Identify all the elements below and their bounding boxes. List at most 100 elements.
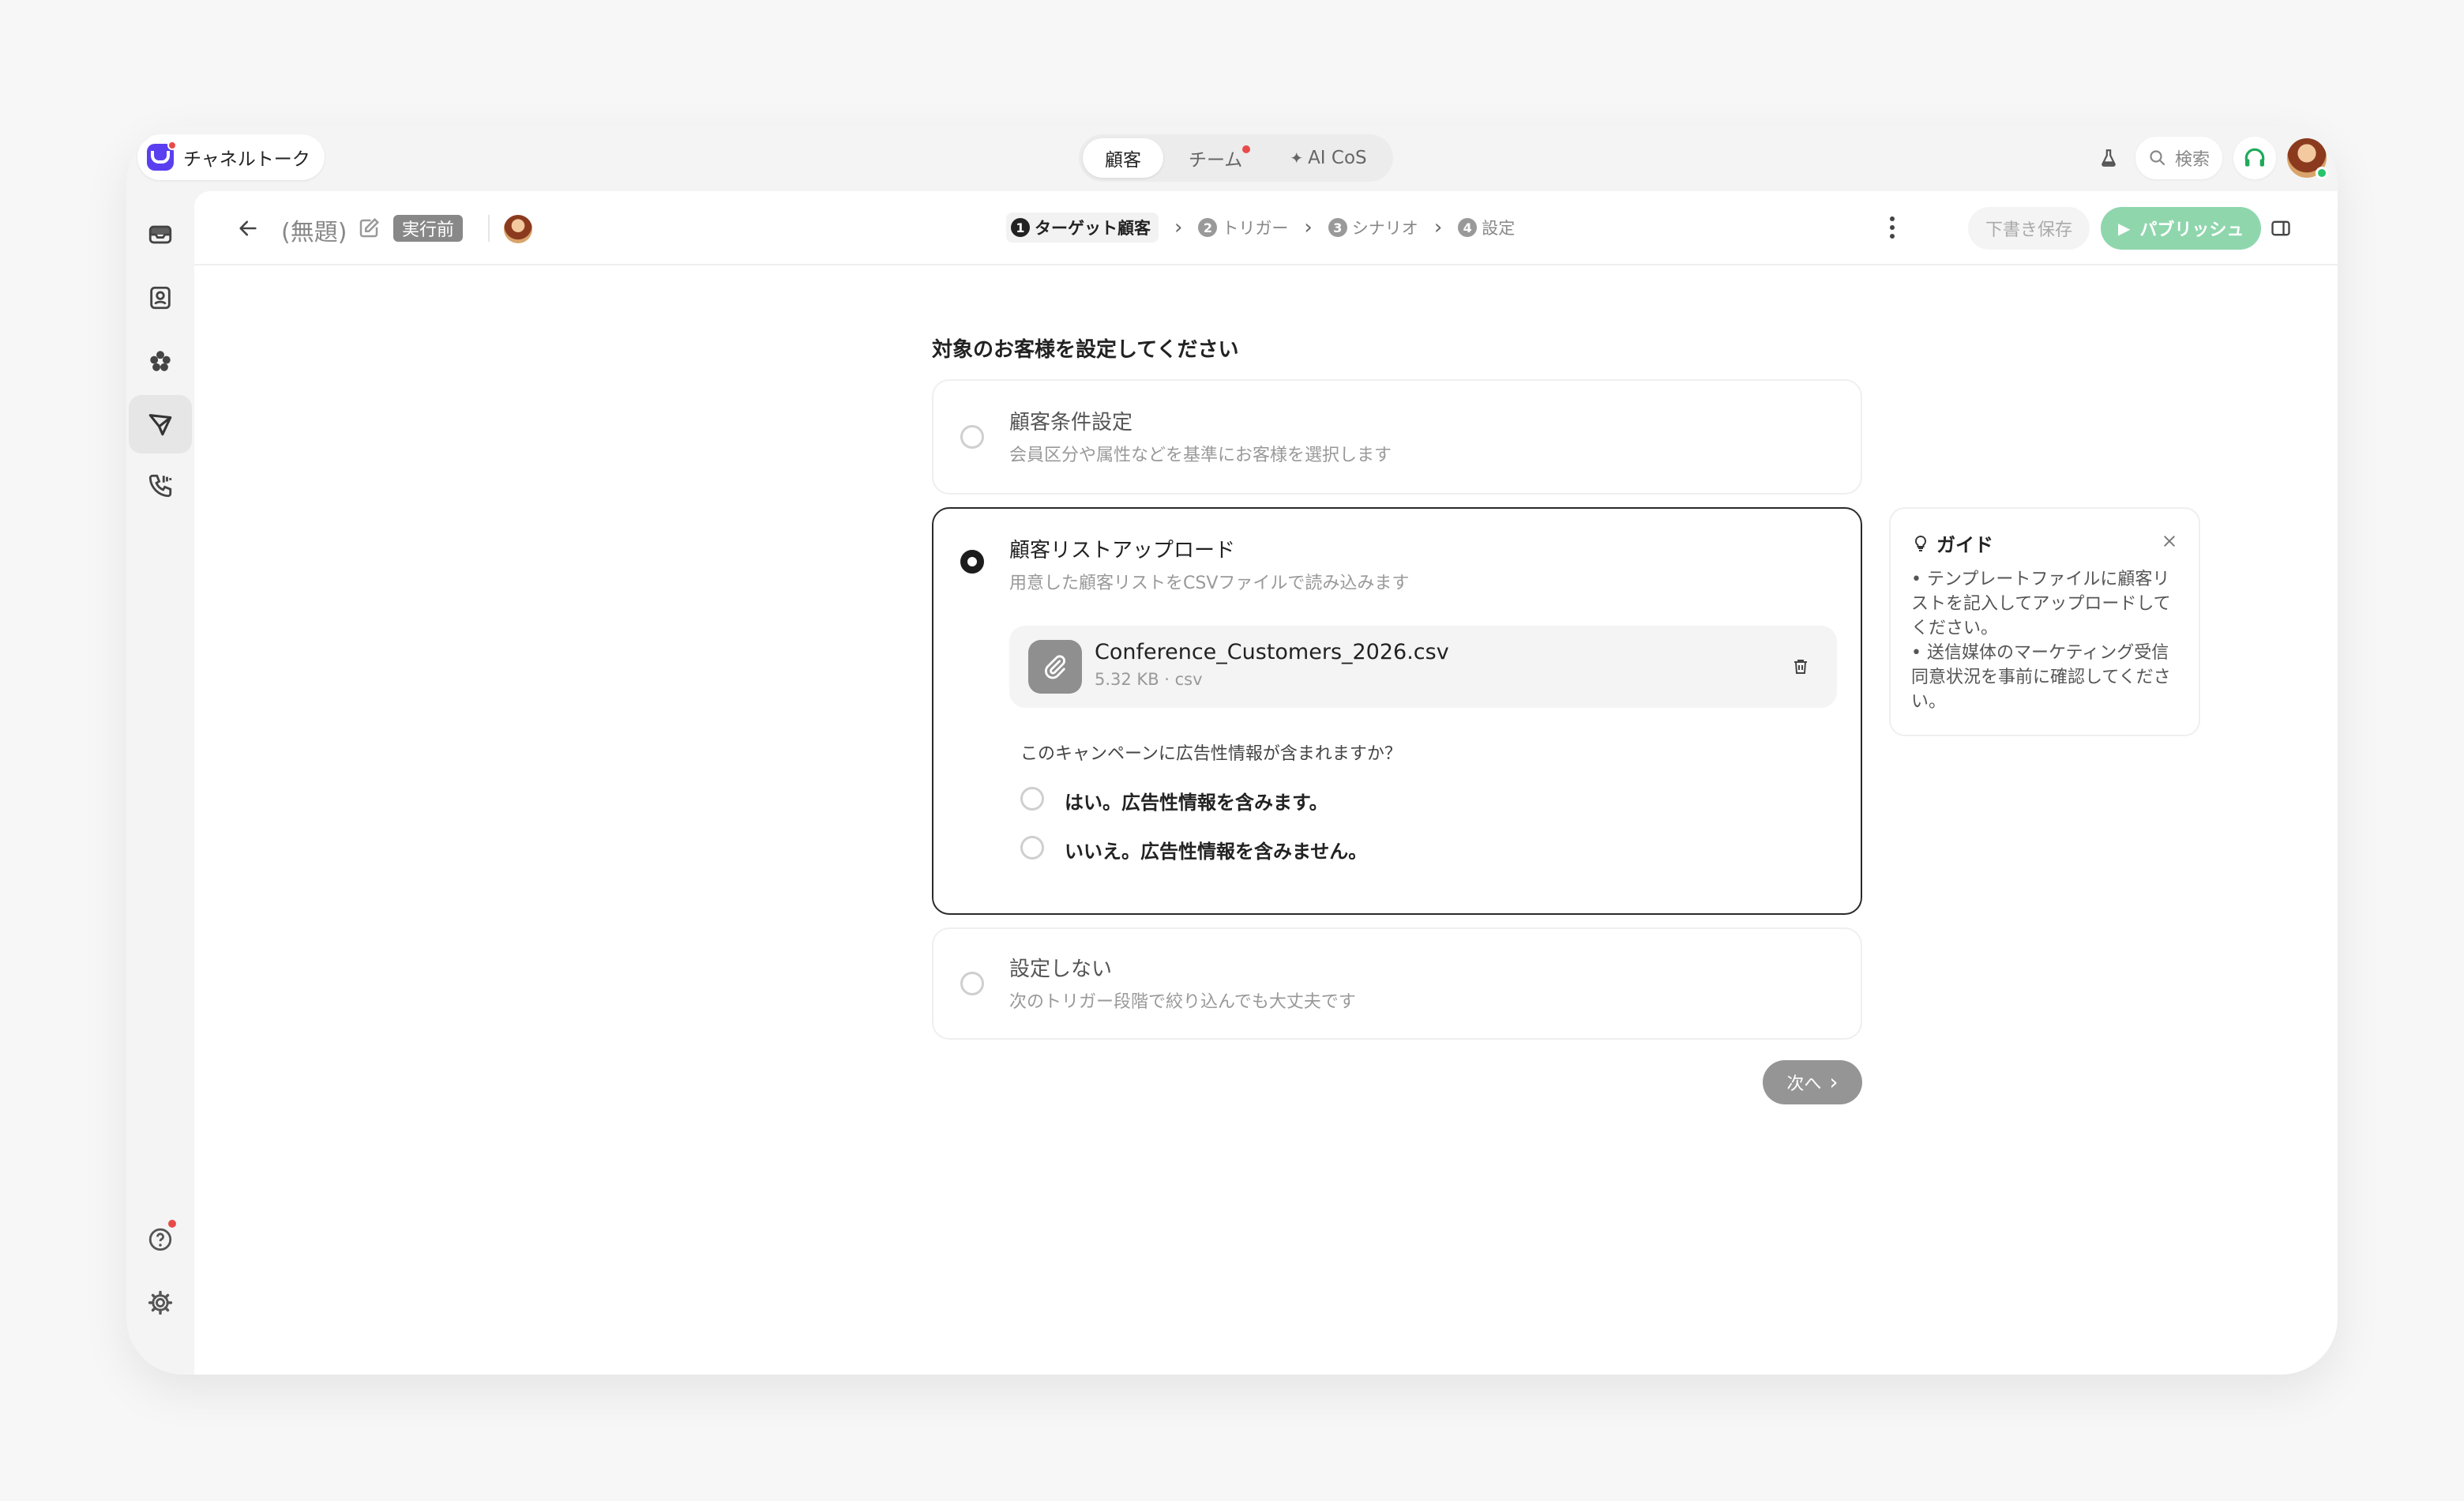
headset-icon [2244,148,2265,167]
tab-team-label: チーム [1189,150,1243,171]
uploaded-file: Conference_Customers_2026.csv 5.32 KB · … [1009,626,1837,708]
kebab-dot [1890,225,1895,230]
owner-avatar[interactable] [504,215,532,243]
search-label: 検索 [2174,150,2210,170]
search-icon [2150,150,2165,166]
more-options-button[interactable] [1875,210,1910,245]
edit-icon[interactable] [357,216,381,240]
step-target[interactable]: 1 ターゲット顧客 [1006,213,1159,243]
option-title: 顧客条件設定 [1009,411,1133,434]
rail-settings[interactable] [129,1273,192,1332]
inbox-icon [148,225,172,244]
side-rail [126,191,194,1375]
publish-button[interactable]: ▶ パブリッシュ [2101,207,2262,250]
gear-icon [148,1290,173,1315]
chevron-right-icon: › [1174,216,1183,239]
delete-file-button[interactable] [1786,653,1815,681]
option-customer-list-upload[interactable]: 顧客リストアップロード 用意した顧客リストをCSVファイルで読み込みます Con… [932,507,1862,915]
section-title: 対象のお客様を設定してください [932,338,1239,362]
labs-button[interactable] [2093,137,2124,179]
radio-yes[interactable] [1020,787,1044,811]
rail-campaigns[interactable] [129,395,192,453]
radio-no[interactable] [1020,836,1044,860]
answer-no-label[interactable]: いいえ。広告性情報を含みません。 [1065,836,1367,863]
guide-tips: テンプレートファイルに顧客リストを記入してアップロードしてください。 送信媒体の… [1911,567,2181,714]
close-guide-button[interactable] [2158,529,2181,553]
rail-phone[interactable] [129,457,192,515]
option-title: 設定しない [1009,957,1113,981]
radio-button[interactable] [960,550,984,574]
step-trigger[interactable]: 2 トリガー [1198,216,1288,239]
app-window: チャネルトーク 顧客 チーム ✦ AI CoS 検索 (無題) 実行前 1 ター… [126,126,2338,1375]
sparkle-icon: ✦ [1290,149,1304,167]
play-icon: ▶ [2118,219,2131,238]
back-button[interactable] [229,209,267,247]
publish-label: パブリッシュ [2139,220,2244,240]
chevron-right-icon: › [1304,216,1313,239]
step-number: 4 [1458,218,1478,237]
paper-plane-icon [148,414,172,436]
file-name: Conference_Customers_2026.csv [1095,640,1449,664]
radio-button[interactable] [960,972,984,995]
option-description: 次のトリガー段階で絞り込んでも大丈夫です [1009,992,1356,1012]
step-number: 2 [1198,218,1218,237]
tab-ai-cos[interactable]: ✦ AI CoS [1268,138,1388,178]
flower-icon [150,351,171,371]
tab-team[interactable]: チーム [1166,138,1264,178]
kebab-dot [1890,216,1895,221]
save-draft-button[interactable]: 下書き保存 [1968,207,2090,250]
guide-header: ガイド [1911,529,1993,557]
lightbulb-icon [1914,535,1927,551]
notification-dot [1242,145,1251,153]
kebab-dot [1890,234,1895,239]
campaign-editor: (無題) 実行前 1 ターゲット顧客 › 2 トリガー › 3 シナリオ › 4 設定 … [194,191,2338,1375]
sidebar-toggle-icon [2271,220,2290,236]
editor-header: (無題) 実行前 1 ターゲット顧客 › 2 トリガー › 3 シナリオ › 4 設定 … [194,191,2338,265]
option-description: 会員区分や属性などを基準にお客様を選択します [1009,446,1392,465]
help-icon [148,1228,172,1251]
search-button[interactable]: 検索 [2135,137,2222,179]
campaign-title[interactable]: (無題) [281,213,347,247]
rail-help[interactable] [129,1210,192,1269]
rail-apps[interactable] [129,332,192,390]
online-status-dot [2316,167,2328,179]
support-button[interactable] [2233,137,2276,179]
option-title: 顧客リストアップロード [1009,539,1236,562]
trash-icon [1794,660,1807,674]
top-nav-tabs: 顧客 チーム ✦ AI CoS [1079,134,1393,182]
rail-contacts[interactable] [129,269,192,327]
step-number: 3 [1328,218,1347,237]
step-settings[interactable]: 4 設定 [1458,216,1515,239]
phone-icon [148,474,172,498]
step-scenario[interactable]: 3 シナリオ [1328,216,1418,239]
step-number: 1 [1011,218,1030,237]
option-customer-conditions[interactable]: 顧客条件設定 会員区分や属性などを基準にお客様を選択します [932,379,1862,495]
ad-content-question: このキャンペーンに広告性情報が含まれますか？ [1020,744,1402,764]
status-badge: 実行前 [393,215,464,242]
step-progress: 1 ターゲット顧客 › 2 トリガー › 3 シナリオ › 4 設定 [1006,213,1515,243]
rail-inbox[interactable] [129,205,192,264]
flask-icon [2102,149,2116,167]
option-no-setting[interactable]: 設定しない 次のトリガー段階で絞り込んでも大丈夫です [932,927,1862,1040]
user-avatar[interactable] [2287,138,2328,179]
answer-yes-label[interactable]: はい。広告性情報を含みます。 [1065,787,1328,814]
step-label: シナリオ [1351,219,1418,238]
guide-tip: 送信媒体のマーケティング受信同意状況を事前に確認してください。 [1911,641,2181,714]
contacts-icon [150,286,171,310]
radio-button[interactable] [960,425,984,449]
channeltalk-logo-icon [147,141,177,171]
tab-customers-label: 顧客 [1105,150,1141,171]
tab-ai-cos-label: AI CoS [1308,148,1367,168]
step-label: トリガー [1222,219,1289,238]
next-button[interactable]: 次へ › [1763,1060,1862,1104]
header-divider [488,215,490,242]
workspace-switcher[interactable]: チャネルトーク [137,134,325,180]
file-meta: 5.32 KB · csv [1095,670,1203,689]
paperclip-icon [1028,640,1082,694]
tab-customers[interactable]: 顧客 [1083,138,1163,178]
next-label: 次へ [1786,1074,1822,1094]
side-panel-toggle[interactable] [2265,213,2297,244]
chevron-right-icon: › [1829,1069,1839,1095]
top-right-tools: 検索 [2093,134,2328,182]
step-label: ターゲット顧客 [1035,219,1151,238]
